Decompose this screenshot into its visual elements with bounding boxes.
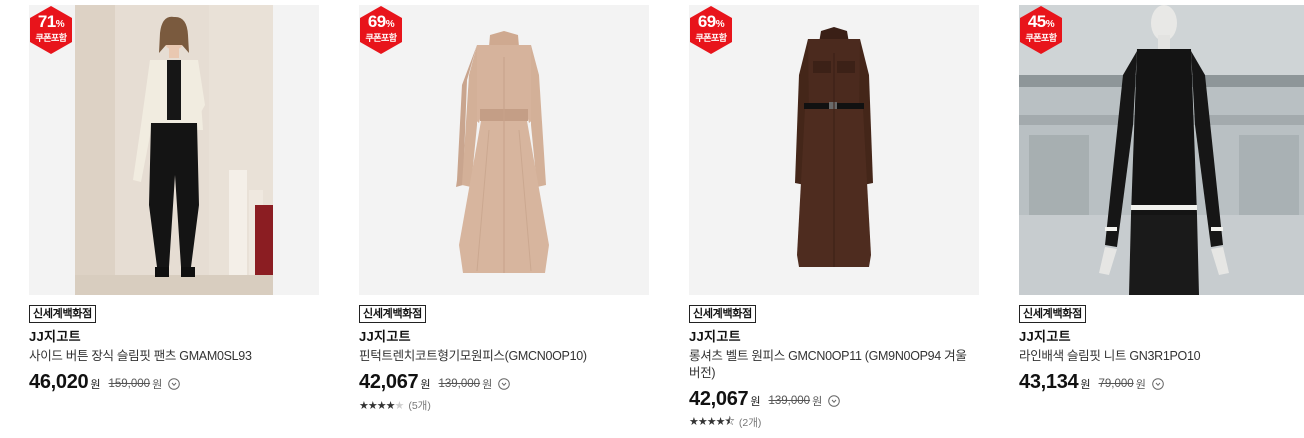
original-price: 159,000 — [108, 378, 151, 390]
price-unit: 원 — [1080, 379, 1091, 391]
price-info-icon[interactable] — [1152, 378, 1164, 390]
star-rating: ★★★★⯪ — [689, 415, 735, 428]
product-card[interactable]: 45% 쿠폰포함 신세계백화점 JJ지고트 라인배색 슬림핏 니트 GN3R1P… — [1019, 5, 1304, 395]
product-name[interactable]: 라인배색 슬림핏 니트 GN3R1PO10 — [1019, 348, 1304, 365]
brand-name[interactable]: JJ지고트 — [1019, 329, 1304, 345]
store-tag: 신세계백화점 — [689, 305, 756, 323]
original-price-unit: 원 — [482, 379, 493, 391]
price-row: 43,134 원 79,000 원 — [1019, 369, 1304, 395]
product-card[interactable]: 69% 쿠폰포함 신세계백화점 JJ지고트 핀턱트렌치코트형기모원피스(GMCN… — [359, 5, 649, 413]
brand-name[interactable]: JJ지고트 — [29, 329, 319, 345]
product-name[interactable]: 롱셔츠 벨트 원피스 GMCN0OP11 (GM9N0OP94 겨울버전) — [689, 348, 977, 382]
product-image[interactable]: 69% 쿠폰포함 — [359, 5, 649, 295]
review-count: (2개) — [738, 416, 762, 429]
rating-row[interactable]: ★★★★⯪ (2개) — [689, 414, 979, 430]
price-unit: 원 — [90, 379, 101, 391]
price-info-icon[interactable] — [828, 395, 841, 407]
price-unit: 원 — [420, 379, 431, 391]
star-rating: ★★★★★ — [359, 399, 404, 412]
store-tag: 신세계백화점 — [359, 305, 426, 323]
sale-price: 46,020 — [29, 370, 89, 393]
price-row: 42,067 원 139,000 원 — [689, 386, 979, 412]
product-card[interactable]: 71% 쿠폰포함 신세계백화점 JJ지고트 사이드 버튼 장식 슬림핏 팬츠 G… — [29, 5, 319, 395]
price-info-icon[interactable] — [168, 378, 181, 390]
coupon-label: 쿠폰포함 — [1025, 33, 1057, 43]
original-price-unit: 원 — [812, 396, 823, 408]
price-unit: 원 — [750, 396, 761, 408]
product-name[interactable]: 핀턱트렌치코트형기모원피스(GMCN0OP10) — [359, 348, 647, 365]
product-card[interactable]: 69% 쿠폰포함 신세계백화점 JJ지고트 롱셔츠 벨트 원피스 GMCN0OP… — [689, 5, 979, 430]
coupon-label: 쿠폰포함 — [365, 33, 397, 43]
sale-price: 42,067 — [689, 387, 749, 410]
price-row: 42,067 원 139,000 원 — [359, 369, 649, 395]
discount-badge: 69% 쿠폰포함 — [689, 5, 733, 55]
review-count: (5개) — [408, 399, 431, 412]
original-price: 79,000 — [1098, 378, 1134, 390]
discount-percent: 45 — [1027, 12, 1046, 31]
store-tag: 신세계백화점 — [29, 305, 96, 323]
sale-price: 42,067 — [359, 370, 419, 393]
original-price: 139,000 — [438, 378, 481, 390]
product-name[interactable]: 사이드 버튼 장식 슬림핏 팬츠 GMAM0SL93 — [29, 348, 317, 365]
coupon-label: 쿠폰포함 — [695, 33, 727, 43]
product-image[interactable]: 69% 쿠폰포함 — [689, 5, 979, 295]
brand-name[interactable]: JJ지고트 — [689, 329, 979, 345]
product-grid: 71% 쿠폰포함 신세계백화점 JJ지고트 사이드 버튼 장식 슬림핏 팬츠 G… — [0, 0, 1304, 438]
coupon-label: 쿠폰포함 — [35, 33, 67, 43]
discount-badge: 71% 쿠폰포함 — [29, 5, 73, 55]
brand-name[interactable]: JJ지고트 — [359, 329, 649, 345]
discount-percent: 69 — [367, 12, 386, 31]
rating-row[interactable]: ★★★★★ (5개) — [359, 397, 649, 413]
original-price: 139,000 — [768, 395, 811, 407]
price-row: 46,020 원 159,000 원 — [29, 369, 319, 395]
price-info-icon[interactable] — [498, 378, 511, 390]
discount-percent: 69 — [697, 12, 716, 31]
product-image[interactable]: 71% 쿠폰포함 — [29, 5, 319, 295]
original-price-unit: 원 — [1135, 379, 1146, 391]
discount-percent: 71 — [37, 12, 56, 31]
discount-badge: 69% 쿠폰포함 — [359, 5, 403, 55]
discount-badge: 45% 쿠폰포함 — [1019, 5, 1063, 55]
sale-price: 43,134 — [1019, 370, 1079, 393]
store-tag: 신세계백화점 — [1019, 305, 1086, 323]
product-image[interactable]: 45% 쿠폰포함 — [1019, 5, 1304, 295]
original-price-unit: 원 — [152, 379, 163, 391]
